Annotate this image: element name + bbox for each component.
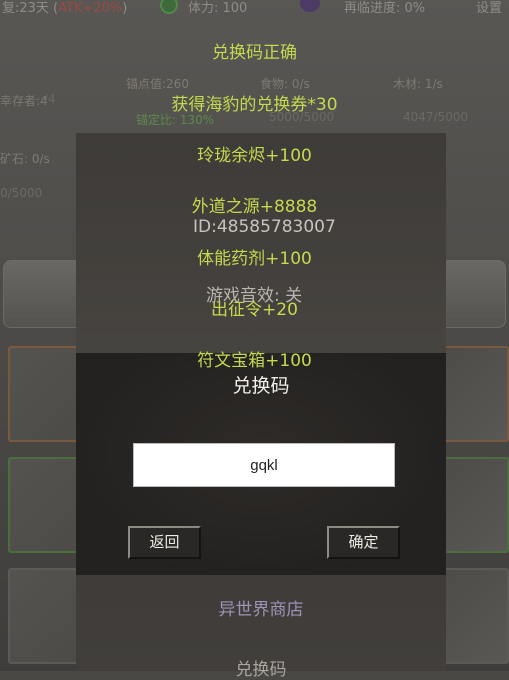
settings-panel-header [76, 133, 446, 353]
redeem-menu-button[interactable]: 兑换码 [76, 655, 446, 680]
settings-button[interactable]: 设置 [476, 0, 502, 16]
stamina-icon [160, 0, 178, 14]
toast-message: 符文宝箱+100 [197, 351, 312, 371]
toast-message: 兑换码正确 [212, 43, 297, 63]
day-counter: 复:23天 (ATK+20%) [2, 0, 127, 16]
status-bar: 复:23天 (ATK+20%) 体力: 100 再临进度: 0% 设置 [0, 0, 509, 16]
atk-bonus: ATK+20% [58, 1, 123, 16]
toast-message: 体能药剂+100 [197, 249, 312, 269]
player-id: ID:48585783007 [193, 217, 336, 237]
toast-message: 外道之源+8888 [191, 197, 318, 217]
toast-message: 出征令+20 [211, 300, 298, 320]
shop-button[interactable]: 异世界商店 [76, 595, 446, 620]
back-button[interactable]: 返回 [128, 526, 201, 559]
day-close: ) [122, 1, 128, 16]
toast-message: 获得海豹的兑换券*30 [171, 95, 338, 115]
stamina-label: 体力: 100 [188, 1, 248, 16]
progress-label: 再临进度: 0% [344, 1, 426, 16]
redeem-code-input[interactable] [133, 443, 395, 487]
redeem-dialog-title: 兑换码 [232, 375, 290, 397]
toast-message: 玲珑余烬+100 [197, 146, 312, 166]
day-label: 复:23天 ( [2, 1, 59, 16]
confirm-button[interactable]: 确定 [327, 526, 400, 559]
progress-orb-icon [300, 0, 320, 12]
redeem-dialog: 兑换码 返回 确定 [76, 353, 446, 575]
